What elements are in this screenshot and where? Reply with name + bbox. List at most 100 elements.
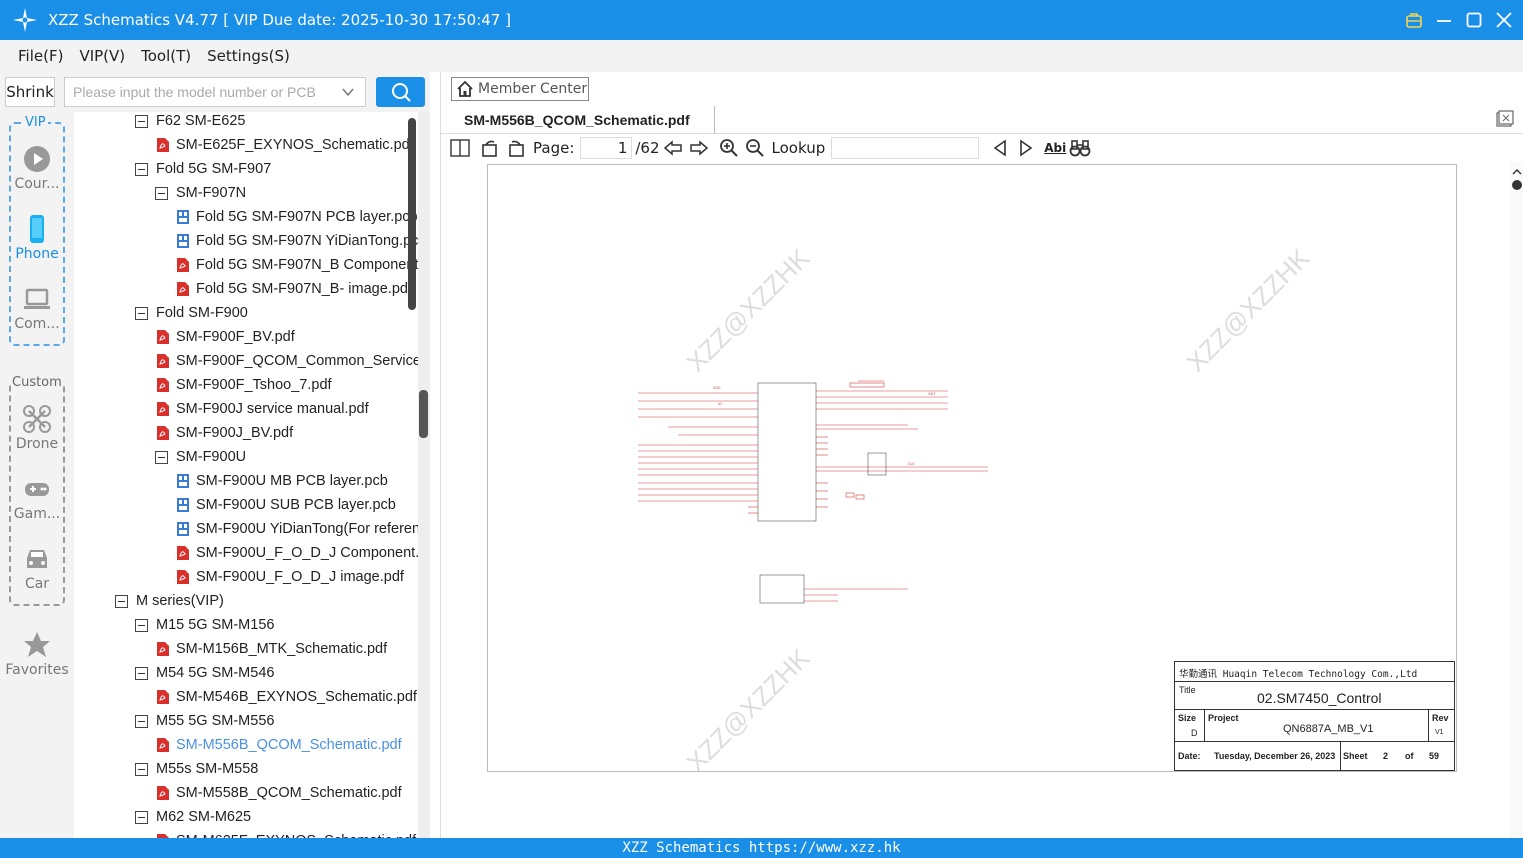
tree-item-label: M55 5G SM-M556 [156, 713, 275, 729]
tree-folder[interactable]: SM-F907N [155, 181, 246, 205]
tree-file[interactable]: SM-F900U MB PCB layer.pcb [176, 469, 388, 493]
next-page-icon[interactable] [688, 137, 710, 159]
tree-file[interactable]: SM-F900F_Tshoo_7.pdf [156, 373, 332, 397]
tree-file[interactable]: Fold 5G SM-F907N YiDianTong.pcb [176, 229, 427, 253]
collapse-toggle-icon[interactable] [155, 186, 168, 200]
shrink-button[interactable]: Shrink [5, 77, 55, 107]
category-computer[interactable]: Com... [0, 284, 74, 332]
tree-file[interactable]: SM-F900U SUB PCB layer.pcb [176, 493, 396, 517]
sidebar-toggle-icon[interactable] [449, 137, 471, 159]
maximize-button[interactable] [1465, 11, 1483, 29]
pdf-viewer[interactable]: XZZ@XZZHK XZZ@XZZHK XZZ@XZZHK VDD IO OUT… [441, 162, 1523, 838]
tree-file[interactable]: Fold 5G SM-F907N_B Component.pdf [176, 253, 430, 277]
tree-file[interactable]: SM-M156B_MTK_Schematic.pdf [156, 637, 387, 661]
company-name: 华勤通讯 Huaqin Telecom Technology Com.,Ltd [1179, 669, 1418, 680]
tree-file[interactable]: SM-F900F_QCOM_Common_Service.pdf [156, 349, 430, 373]
svg-text:VDD: VDD [713, 386, 721, 390]
tab-document[interactable]: SM-M556B_QCOM_Schematic.pdf [453, 106, 715, 134]
rotate-right-icon[interactable] [505, 137, 527, 159]
close-tab-icon[interactable] [1496, 110, 1514, 128]
rotate-left-icon[interactable] [479, 137, 501, 159]
collapse-toggle-icon[interactable] [135, 762, 148, 776]
tree-folder[interactable]: SM-F900U [155, 445, 246, 469]
tree-folder[interactable]: M54 5G SM-M546 [135, 661, 274, 685]
zoom-out-icon[interactable] [744, 137, 766, 159]
tree-folder[interactable]: Fold 5G SM-F907 [135, 157, 271, 181]
pdf-scrollbar[interactable] [1510, 162, 1523, 838]
phone-icon [30, 215, 44, 243]
minimize-button[interactable] [1435, 11, 1453, 29]
category-sidebar: VIP Cour... Phone Com... Custom Drone Ga… [0, 112, 74, 838]
star-icon [24, 632, 50, 657]
lookup-input[interactable] [831, 137, 980, 159]
search-button[interactable] [376, 77, 425, 107]
tree-file[interactable]: SM-F900U_F_O_D_J Component.pdf [176, 541, 430, 565]
tree-scrollbar[interactable] [408, 118, 416, 310]
collapse-toggle-icon[interactable] [135, 714, 148, 728]
tree-folder[interactable]: M55 5G SM-M556 [135, 709, 274, 733]
menu-tool[interactable]: Tool(T) [141, 47, 191, 65]
tree-folder[interactable]: F62 SM-E625 [135, 112, 245, 133]
tree-file[interactable]: SM-F900U_F_O_D_J image.pdf [176, 565, 404, 589]
chevron-down-icon[interactable] [341, 85, 355, 99]
category-drone[interactable]: Drone [0, 404, 74, 452]
menu-file[interactable]: File(F) [18, 47, 63, 65]
tree-item-label: M62 SM-M625 [156, 809, 252, 825]
tree-folder[interactable]: M series(VIP) [115, 589, 224, 613]
tree-folder[interactable]: M62 SM-M625 [135, 805, 251, 829]
collapse-toggle-icon[interactable] [135, 114, 148, 128]
tree-folder[interactable]: M15 5G SM-M156 [135, 613, 274, 637]
tree-item-label: SM-F900U_F_O_D_J Component.pdf [196, 545, 430, 561]
zoom-in-icon[interactable] [718, 137, 740, 159]
menu-bar: File(F) VIP(V) Tool(T) Settings(S) [0, 40, 1523, 72]
splitter-handle[interactable] [419, 390, 428, 438]
category-courses[interactable]: Cour... [0, 144, 74, 192]
custom-group-label: Custom [11, 375, 63, 390]
collapse-toggle-icon[interactable] [135, 666, 148, 680]
collapse-toggle-icon[interactable] [115, 594, 128, 608]
vip-group-label: VIP [23, 115, 48, 130]
tree-file[interactable]: Fold 5G SM-F907N PCB layer.pcb [176, 205, 418, 229]
tree-file[interactable]: SM-F900J service manual.pdf [156, 397, 369, 421]
collapse-toggle-icon[interactable] [135, 306, 148, 320]
match-case-icon[interactable]: Abi [1043, 137, 1067, 159]
tree-file[interactable]: SM-M556B_QCOM_Schematic.pdf [156, 733, 402, 757]
close-button[interactable] [1495, 11, 1513, 29]
category-car[interactable]: Car [0, 544, 74, 592]
pdf-scroll-thumb[interactable] [1512, 180, 1522, 190]
scroll-up-icon[interactable] [1510, 166, 1523, 178]
member-center-button[interactable]: Member Center [451, 77, 589, 101]
page-number-input[interactable]: 1 [580, 137, 633, 159]
tree-file[interactable]: SM-M558B_QCOM_Schematic.pdf [156, 781, 402, 805]
category-phone[interactable]: Phone [0, 214, 74, 262]
tree-item-label: M series(VIP) [136, 593, 224, 609]
collapse-toggle-icon[interactable] [135, 618, 148, 632]
tree-item-label: SM-F900J_BV.pdf [176, 425, 294, 441]
viewer-panel: Member Center SM-M556B_QCOM_Schematic.pd… [440, 72, 1523, 838]
category-game[interactable]: Gam... [0, 474, 74, 522]
find-next-icon[interactable] [1015, 137, 1037, 159]
menu-settings[interactable]: Settings(S) [207, 47, 290, 65]
tree-folder[interactable]: M55s SM-M558 [135, 757, 258, 781]
tree-file[interactable]: SM-F900F_BV.pdf [156, 325, 295, 349]
prev-page-icon[interactable] [662, 137, 684, 159]
favorites-button[interactable]: Favorites [0, 630, 74, 678]
collapse-toggle-icon[interactable] [135, 810, 148, 824]
tree-file[interactable]: SM-M546B_EXYNOS_Schematic.pdf [156, 685, 417, 709]
tree-file[interactable]: SM-E625F_EXYNOS_Schematic.pdf [156, 133, 414, 157]
menu-vip[interactable]: VIP(V) [79, 47, 125, 65]
tree-item-label: M54 5G SM-M546 [156, 665, 275, 681]
tree-file[interactable]: SM-F900U YiDianTong(For reference).pcb [176, 517, 430, 541]
find-prev-icon[interactable] [989, 137, 1011, 159]
panel-splitter[interactable] [418, 112, 430, 838]
tree-file[interactable]: SM-F900J_BV.pdf [156, 421, 293, 445]
pdf-file-icon [156, 641, 170, 657]
collapse-toggle-icon[interactable] [135, 162, 148, 176]
model-search-input[interactable]: Please input the model number or PCB [64, 77, 366, 107]
tree-file[interactable]: Fold 5G SM-F907N_B- image.pdf [176, 277, 412, 301]
vip-bag-icon[interactable] [1405, 11, 1423, 29]
tree-folder[interactable]: Fold SM-F900 [135, 301, 248, 325]
binoculars-icon[interactable] [1069, 137, 1091, 159]
tree-file[interactable]: SM-M625F_EXYNOS_Schematic.pdf [156, 829, 416, 838]
collapse-toggle-icon[interactable] [155, 450, 168, 464]
